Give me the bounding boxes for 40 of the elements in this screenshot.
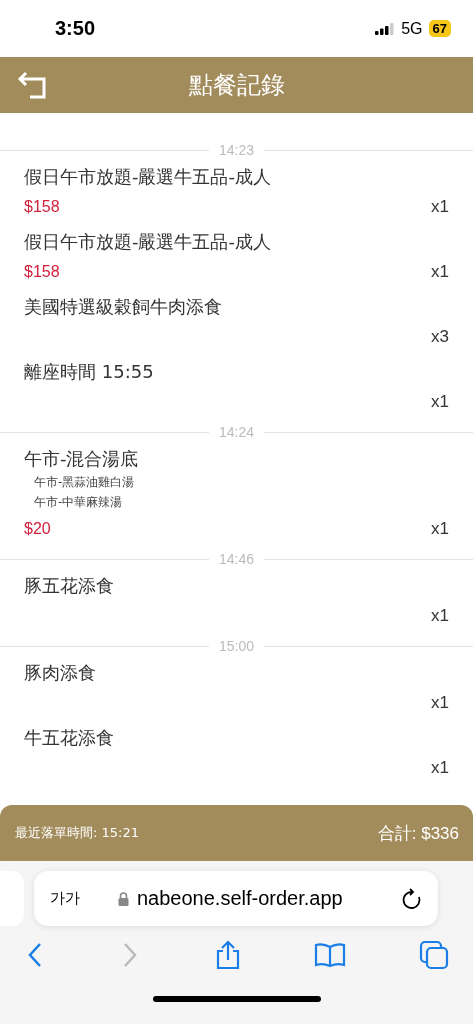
last-order-time: 最近落單時間: 15:21 — [15, 824, 139, 842]
share-button[interactable] — [214, 940, 241, 970]
item-quantity: x1 — [431, 262, 449, 282]
item-option: 午市-黑蒜油雞白湯 — [24, 472, 449, 492]
clock-time: 3:50 — [55, 17, 96, 40]
signal-icon — [375, 22, 396, 35]
lock-icon — [118, 891, 129, 906]
item-name: 美國特選級穀飼牛肉添食 — [24, 295, 223, 319]
tabs-button[interactable] — [419, 940, 449, 970]
item-quantity: x1 — [431, 519, 449, 539]
bookmarks-button[interactable] — [313, 942, 346, 968]
item-price: $158 — [24, 263, 60, 281]
item-name: 午市-混合湯底 — [24, 447, 140, 471]
item-name: 假日午市放題-嚴選牛五品-成人 — [24, 165, 272, 189]
battery-level: 67 — [428, 20, 451, 37]
network-label: 5G — [401, 19, 423, 38]
page-title: 點餐記錄 — [188, 70, 285, 101]
order-time: 14:46 — [219, 551, 255, 567]
reload-icon[interactable] — [402, 887, 422, 910]
total-amount: 合計: $336 — [377, 822, 459, 845]
item-price: $20 — [24, 520, 51, 538]
item-name: 離座時間 15:55 — [24, 360, 155, 384]
item-name: 豚肉添食 — [24, 661, 97, 685]
address-bar[interactable]: 가가 nabeone.self-order.app — [34, 871, 438, 926]
item-price: $158 — [24, 198, 60, 216]
item-option: 午市-中華麻辣湯 — [24, 492, 449, 512]
item-name: 豚五花添食 — [24, 574, 115, 598]
text-size-button[interactable]: 가가 — [50, 889, 110, 908]
order-time: 14:24 — [219, 424, 255, 440]
item-quantity: x1 — [431, 392, 449, 412]
item-quantity: x1 — [431, 693, 449, 713]
order-time: 14:23 — [219, 142, 255, 158]
order-time: 15:00 — [219, 638, 255, 654]
url-text: nabeone.self-order.app — [137, 887, 344, 910]
item-quantity: x1 — [431, 606, 449, 626]
item-quantity: x3 — [431, 327, 449, 347]
item-name: 牛五花添食 — [24, 726, 115, 750]
item-name: 假日午市放題-嚴選牛五品-成人 — [24, 230, 272, 254]
item-quantity: x1 — [431, 197, 449, 217]
item-quantity: x1 — [431, 758, 449, 778]
